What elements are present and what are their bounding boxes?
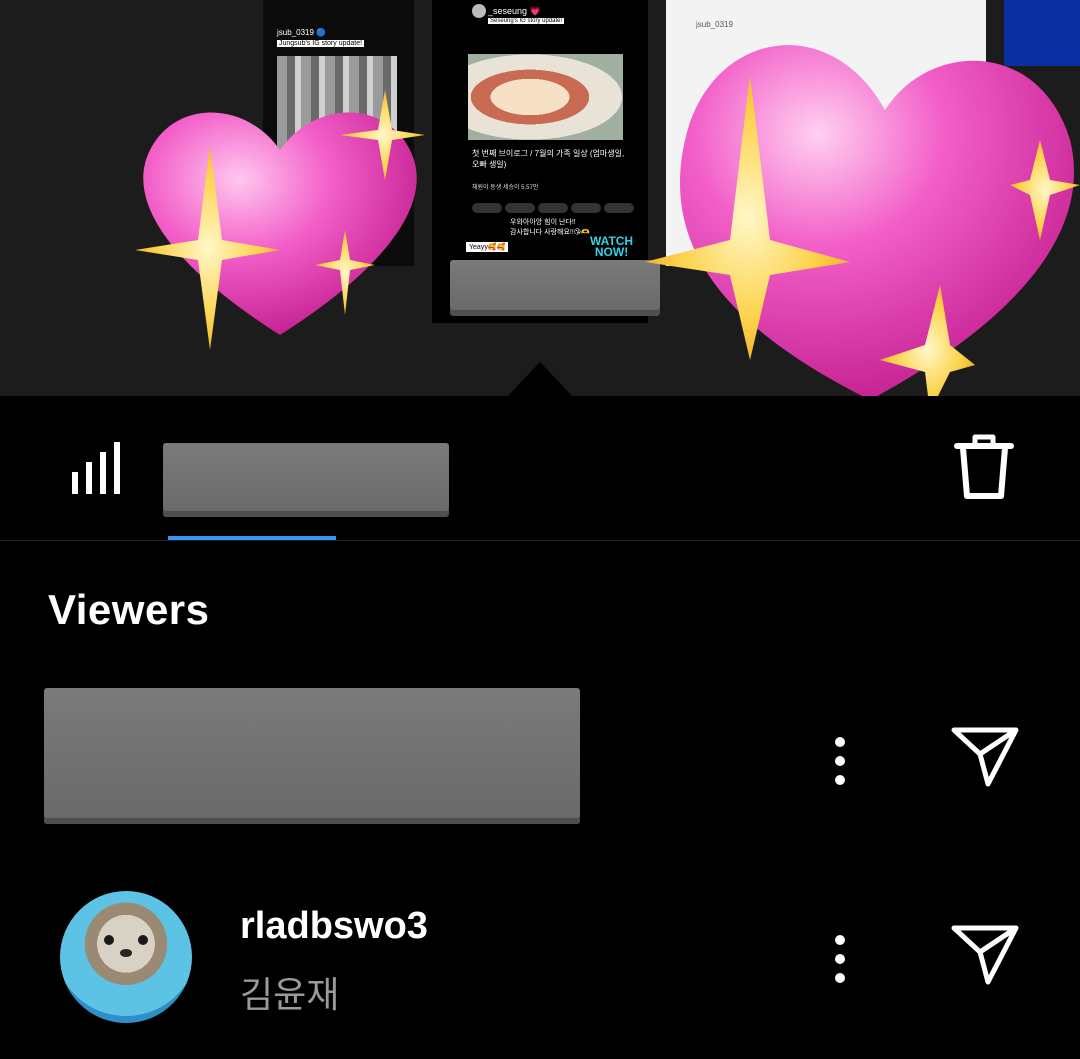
thumbnail-video-frame — [468, 54, 623, 140]
thumbnail-caption: Seseung's IG story update! — [488, 18, 565, 24]
thumbnail-yeay-label: Yeayy🥰🥰 — [466, 242, 509, 252]
trash-icon[interactable] — [953, 432, 1015, 502]
redaction-block — [450, 260, 660, 310]
story-preview-strip: jsub_0319 🔵 Jungsub's IG story update! _… — [0, 0, 1080, 396]
viewers-heading: Viewers — [48, 586, 210, 633]
send-message-icon[interactable] — [950, 922, 1020, 986]
viewer-avatar[interactable] — [60, 891, 192, 1023]
more-options-icon[interactable] — [834, 934, 846, 984]
bar-chart-icon[interactable] — [70, 440, 122, 496]
thumbnail-caption: Jungsub's IG story update! — [277, 40, 365, 47]
thumbnail-channel: 채원이 동생 세승이 5.57만 — [472, 185, 539, 191]
thumbnail-action-row — [472, 200, 642, 213]
thumbnail-video-title: 첫 번째 브이로그 / 7월의 가족 일상 (엄마생일, 오빠 생일) — [472, 149, 625, 169]
thumbnail-username: _seseung 💗 — [488, 6, 541, 16]
viewer-row-redacted[interactable] — [44, 688, 580, 818]
story-insights-toolbar — [0, 396, 1080, 540]
thumbnail-comment: 우와아아앙 힘이 난다!! 감사합니다 사랑해요!!😘🫶 — [510, 219, 590, 236]
selected-story-pointer — [508, 362, 572, 396]
sparkling-heart-icon — [645, 45, 1080, 396]
watch-now-sticker: WATCH NOW! — [590, 234, 634, 259]
more-options-icon[interactable] — [834, 736, 846, 786]
sparkling-heart-icon — [135, 90, 425, 350]
thumbnail-username: jsub_0319 🔵 — [277, 28, 327, 37]
tab-viewers-redacted[interactable] — [163, 443, 449, 511]
send-message-icon[interactable] — [950, 724, 1020, 788]
thumbnail-avatar — [472, 4, 486, 18]
toolbar-divider — [0, 540, 1080, 541]
viewer-fullname: 김윤재 — [240, 974, 340, 1015]
viewer-username[interactable]: rladbswo3 — [240, 905, 428, 948]
